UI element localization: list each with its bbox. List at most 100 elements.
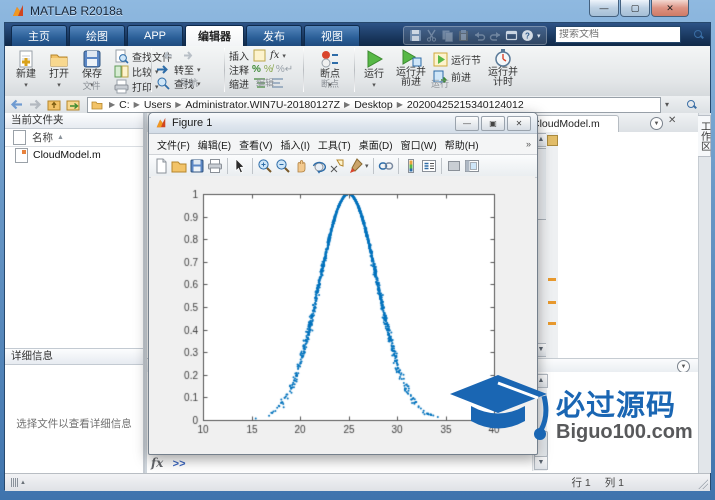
details-header[interactable]: 详细信息 xyxy=(5,348,143,365)
tab-plots[interactable]: 绘图 xyxy=(69,25,125,46)
tab-home[interactable]: 主页 xyxy=(11,25,67,46)
current-folder-header[interactable]: 当前文件夹 xyxy=(5,113,143,129)
comment-row[interactable]: 注释 % %̸ %↵ xyxy=(229,62,301,77)
status-caret-up-icon[interactable]: ▲ xyxy=(20,480,26,486)
crumb-desktop[interactable]: Desktop xyxy=(354,99,393,111)
fx-button[interactable]: fx xyxy=(151,456,163,470)
doc-search-box xyxy=(555,26,702,43)
help-icon[interactable]: ? xyxy=(521,29,534,42)
insert-row[interactable]: 插入 fx xyxy=(229,48,301,63)
zoom-in-icon[interactable] xyxy=(257,158,273,174)
crumb-drive[interactable]: C: xyxy=(119,99,130,111)
link-plot-icon[interactable] xyxy=(378,158,394,174)
nav-forward-icon[interactable] xyxy=(28,98,43,111)
figure-title-bar[interactable]: Figure 1 — ▣ ✕ xyxy=(149,113,537,134)
menu-file[interactable]: 文件(F) xyxy=(153,137,194,152)
breadcrumb[interactable]: ▶ C: ▶ Users ▶ Administrator.WIN7U-20180… xyxy=(87,96,661,113)
svg-text:?: ? xyxy=(525,31,530,40)
back-arrow-icon[interactable] xyxy=(160,48,175,63)
file-row-cloudmodel[interactable]: CloudModel.m xyxy=(5,147,143,163)
pan-hand-icon[interactable] xyxy=(293,158,309,174)
close-button[interactable]: ✕ xyxy=(651,0,689,17)
brush-caret-icon[interactable]: ▾ xyxy=(365,162,369,170)
menu-desktop[interactable]: 桌面(D) xyxy=(355,137,397,152)
crumb-users[interactable]: Users xyxy=(144,99,171,111)
mlint-status-icon[interactable] xyxy=(547,135,558,146)
crumb-user[interactable]: Administrator.WIN7U-20180127Z xyxy=(185,99,340,111)
open-folder-icon xyxy=(50,54,68,67)
current-folder-panel: 当前文件夹 名称 ▲ CloudModel.m 详细信息 选择文件以查看详细信息 xyxy=(5,113,145,473)
tab-editor[interactable]: 编辑器 xyxy=(185,25,244,46)
menu-insert[interactable]: 插入(I) xyxy=(276,137,313,152)
command-prompt[interactable]: fx >> xyxy=(151,456,186,470)
switch-window-icon[interactable] xyxy=(505,29,518,42)
paste-icon[interactable] xyxy=(457,29,470,42)
brush-icon[interactable] xyxy=(347,158,363,174)
warning-marker[interactable] xyxy=(548,278,556,281)
figure-minimize-button[interactable]: — xyxy=(455,115,479,131)
browse-folder-icon[interactable] xyxy=(66,98,81,111)
editor-tab-menu[interactable]: ▼ xyxy=(650,117,663,130)
menu-help[interactable]: 帮助(H) xyxy=(441,137,483,152)
nav-back-icon[interactable] xyxy=(9,98,24,111)
zoom-out-icon[interactable] xyxy=(275,158,291,174)
fig-new-icon[interactable] xyxy=(153,158,169,174)
sort-ascending-icon: ▲ xyxy=(57,134,64,141)
menu-tools[interactable]: 工具(T) xyxy=(314,137,355,152)
editor-close-icon[interactable]: ✕ xyxy=(668,115,676,126)
cut-icon[interactable] xyxy=(425,29,438,42)
ribbon-group-run: 运行 运行并前进 运行节 前进 运行并计时 运行 xyxy=(359,48,521,91)
comment-percent-icon: % xyxy=(252,63,261,75)
addr-caret-down-icon[interactable]: ▾ xyxy=(665,100,669,109)
group-label-file: 文件 xyxy=(82,81,101,91)
forward-arrow-icon[interactable] xyxy=(181,48,196,63)
name-column-header[interactable]: 名称 ▲ xyxy=(5,129,143,147)
insert-legend-icon[interactable] xyxy=(421,158,437,174)
fig-open-icon[interactable] xyxy=(171,158,187,174)
menu-window[interactable]: 窗口(W) xyxy=(397,137,441,152)
insert-colorbar-icon[interactable] xyxy=(403,158,419,174)
warning-marker[interactable] xyxy=(548,322,556,325)
copy-icon[interactable] xyxy=(441,29,454,42)
undo-icon[interactable] xyxy=(473,29,486,42)
hide-plot-tools-icon[interactable] xyxy=(446,158,462,174)
qat-caret-down-icon[interactable]: ▾ xyxy=(537,32,541,40)
minimize-button[interactable]: — xyxy=(589,0,619,17)
rotate-3d-icon[interactable] xyxy=(311,158,327,174)
save-icon[interactable] xyxy=(409,29,422,42)
title-bar[interactable]: MATLAB R2018a — ▢ ✕ xyxy=(0,0,715,22)
tab-view[interactable]: 视图 xyxy=(304,25,360,46)
nav-back-forward xyxy=(156,48,222,62)
goto-button[interactable]: 转至 xyxy=(156,62,222,77)
addr-search-icon[interactable] xyxy=(687,99,697,110)
details-empty-message: 选择文件以查看详细信息 xyxy=(16,418,132,430)
run-section-button[interactable]: 运行节 xyxy=(433,52,481,67)
mfile-icon xyxy=(15,147,28,163)
editor-tab-cloudmodel[interactable]: CloudModel.m xyxy=(525,115,619,132)
doc-search-input[interactable] xyxy=(556,29,694,40)
crumb-folder[interactable]: 20200425215340124012 xyxy=(407,99,524,111)
ribbon-separator xyxy=(354,48,355,92)
redo-icon[interactable] xyxy=(489,29,502,42)
show-plot-tools-icon[interactable] xyxy=(464,158,480,174)
figure-restore-button[interactable]: ▣ xyxy=(481,115,505,131)
fig-print-icon[interactable] xyxy=(207,158,223,174)
resize-grip[interactable] xyxy=(698,479,708,489)
menu-edit[interactable]: 编辑(E) xyxy=(194,137,235,152)
message-indicator-strip xyxy=(546,132,558,358)
ribbon: 新建 打开 保存 查找文件 比较 xyxy=(5,46,710,97)
maximize-button[interactable]: ▢ xyxy=(620,0,650,17)
figure-close-button[interactable]: ✕ xyxy=(507,115,531,131)
menu-view[interactable]: 查看(V) xyxy=(235,137,276,152)
fig-save-icon[interactable] xyxy=(189,158,205,174)
up-folder-icon[interactable] xyxy=(47,98,62,111)
status-start-button[interactable] xyxy=(11,478,18,487)
toolbar-separator xyxy=(397,158,399,174)
data-cursor-icon[interactable] xyxy=(329,158,345,174)
pointer-icon[interactable] xyxy=(232,158,248,174)
menu-overflow-icon[interactable]: » xyxy=(526,139,531,149)
tab-apps[interactable]: APP xyxy=(127,25,183,46)
workspace-vertical-tab[interactable]: 工作区 xyxy=(698,115,711,157)
tab-publish[interactable]: 发布 xyxy=(246,25,302,46)
warning-marker[interactable] xyxy=(548,301,556,304)
